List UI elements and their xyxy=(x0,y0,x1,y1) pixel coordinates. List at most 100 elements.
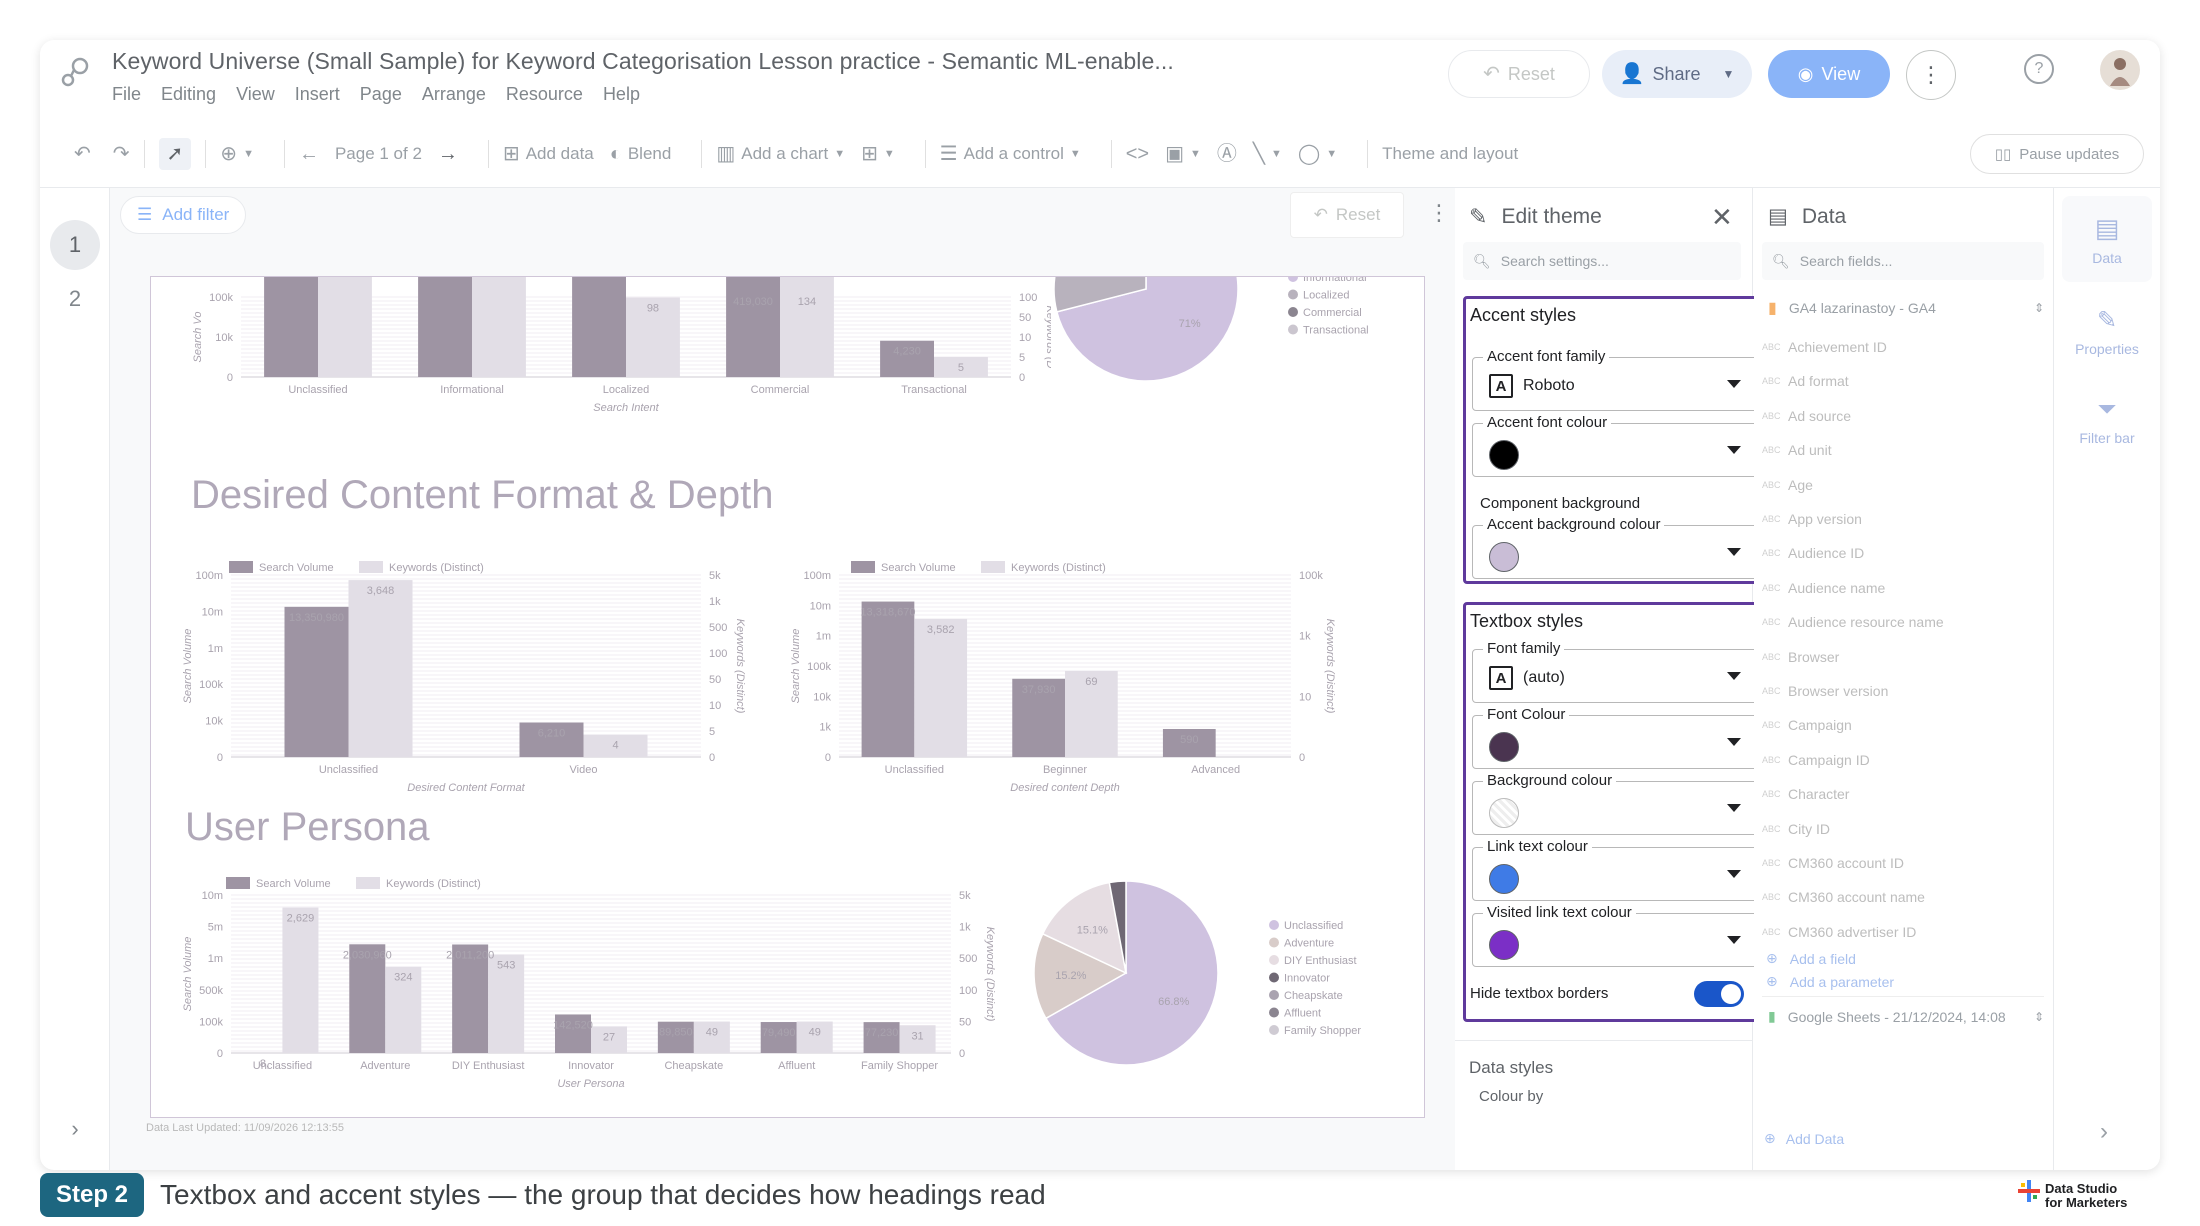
menu-resource[interactable]: Resource xyxy=(506,84,583,105)
add-data-panel-button[interactable]: ⊕ Add Data xyxy=(1764,1130,1844,1147)
text-box-icon[interactable]: Ⓐ xyxy=(1217,144,1237,164)
section-heading-persona[interactable]: User Persona xyxy=(185,805,430,850)
content-depth-chart[interactable]: 100m 10m 1m 100k 10k 1k 0 100k 1k 10 0 13,318,670 3,… xyxy=(771,535,1411,825)
y2-tick-label: 100 xyxy=(959,985,977,997)
data-field-item[interactable]: ABC Browser xyxy=(1762,642,1839,672)
data-field-item[interactable]: ABC Browser version xyxy=(1762,676,1888,706)
reset-button[interactable]: ↶ Reset xyxy=(1448,50,1590,98)
line-icon[interactable]: ╲ ▼ xyxy=(1253,144,1282,164)
textbox-font-colour-select[interactable]: Font Colour xyxy=(1472,706,1762,769)
community-viz-button[interactable]: ⊞ ▼ xyxy=(861,144,895,164)
data-field-item[interactable]: ABC CM360 account name xyxy=(1762,882,1925,912)
data-field-item[interactable]: ABC App version xyxy=(1762,504,1862,534)
share-button[interactable]: 👤 Share ▼ xyxy=(1602,50,1752,98)
share-dropdown-icon[interactable]: ▼ xyxy=(1723,67,1735,81)
expand-collapse-icon[interactable]: ⇕ xyxy=(2034,301,2044,315)
data-field-item[interactable]: ABC Audience name xyxy=(1762,573,1885,603)
redo-icon[interactable]: ↷ xyxy=(113,144,130,164)
data-field-item[interactable]: ABC Campaign ID xyxy=(1762,745,1870,775)
data-field-item[interactable]: ABC Campaign xyxy=(1762,710,1852,740)
user-persona-chart[interactable]: 10m5m1m500k100k05k1k5001005008,2,629Uncl… xyxy=(151,857,1031,1117)
zoom-control[interactable]: ⊕ ▼ xyxy=(220,144,254,164)
expand-collapse-icon[interactable]: ⇕ xyxy=(2034,1010,2044,1024)
textbox-background-colour-select[interactable]: Background colour xyxy=(1472,772,1762,835)
canvas-reset-button[interactable]: ↶ Reset xyxy=(1290,192,1404,238)
pie-value-label: 66.8% xyxy=(1158,996,1189,1008)
y-tick-label: 1k xyxy=(819,722,831,734)
text-type-icon: ABC xyxy=(1762,445,1781,456)
page-thumb-1[interactable]: 1 xyxy=(50,220,100,270)
looker-logo-icon[interactable] xyxy=(58,56,92,90)
close-icon[interactable]: ✕ xyxy=(1711,202,1733,233)
textbox-font-family-select[interactable]: Font family A (auto) xyxy=(1472,640,1762,703)
filter-bar-tab[interactable]: ⏷ Filter bar xyxy=(2062,378,2152,464)
menu-arrange[interactable]: Arrange xyxy=(422,84,486,105)
data-source-ga4[interactable]: ▮ GA4 lazarinastoy - GA4 ⇕ xyxy=(1768,298,2044,318)
theme-and-layout-button[interactable]: Theme and layout xyxy=(1382,144,1518,164)
blend-button[interactable]: ◐ Blend xyxy=(610,144,672,164)
data-field-item[interactable]: ABC Ad unit xyxy=(1762,435,1832,465)
y-tick-label: 100m xyxy=(195,570,223,582)
embed-code-icon[interactable]: <> xyxy=(1126,144,1149,164)
page-thumb-2[interactable]: 2 xyxy=(50,274,100,324)
help-icon[interactable]: ? xyxy=(2024,54,2054,84)
properties-tab[interactable]: ✎ Properties xyxy=(2062,288,2152,374)
data-field-item[interactable]: ABC Audience resource name xyxy=(1762,607,1944,637)
pause-updates-button[interactable]: ▯▯ Pause updates xyxy=(1970,134,2144,174)
section-heading-format-depth[interactable]: Desired Content Format & Depth xyxy=(191,473,773,518)
data-field-item[interactable]: ABC Age xyxy=(1762,470,1813,500)
data-field-item[interactable]: ABC Ad format xyxy=(1762,366,1849,396)
add-field-button[interactable]: ⊕ Add a field xyxy=(1766,950,1856,967)
add-filter-button[interactable]: ☰ Add filter xyxy=(120,196,247,234)
page-navigation[interactable]: ← Page 1 of 2 → xyxy=(299,144,458,164)
content-format-chart[interactable]: 100m10m1m100k10k05k1k50010050105013,350,… xyxy=(151,535,771,825)
undo-icon[interactable]: ↶ xyxy=(74,144,91,164)
expand-rail-icon[interactable]: › xyxy=(50,1104,100,1154)
avatar[interactable] xyxy=(2100,50,2140,90)
next-page-icon[interactable]: → xyxy=(438,144,458,164)
data-label-keywords: 3,582 xyxy=(927,624,955,636)
data-source-sheets[interactable]: ▮ Google Sheets - 21/12/2024, 14:08 ⇕ xyxy=(1768,1008,2044,1025)
theme-search-input[interactable]: 🔍︎ Search settings... xyxy=(1463,242,1741,280)
hide-borders-toggle[interactable] xyxy=(1694,981,1744,1007)
data-label-search-volume: 77,230 xyxy=(865,1027,899,1039)
menu-page[interactable]: Page xyxy=(360,84,402,105)
add-chart-button[interactable]: ▥ Add a chart ▼ xyxy=(716,144,845,164)
data-field-item[interactable]: ABC CM360 advertiser ID xyxy=(1762,917,1916,947)
menu-editing[interactable]: Editing xyxy=(161,84,216,105)
add-parameter-button[interactable]: ⊕ Add a parameter xyxy=(1766,973,1894,990)
menu-view[interactable]: View xyxy=(236,84,275,105)
more-options-icon[interactable]: ⋮ xyxy=(1906,50,1956,100)
search-intent-pie[interactable]: 71% Informational Localized Commercial Trans… xyxy=(1031,277,1391,417)
data-field-item[interactable]: ABC Audience ID xyxy=(1762,538,1864,568)
data-tab[interactable]: ▤ Data xyxy=(2062,196,2152,282)
canvas-more-icon[interactable]: ⋮ xyxy=(1428,200,1450,226)
report-canvas: ☰ Add filter ↶ Reset ⋮ 100k 10k 0 100 50 10 5 0 U… xyxy=(110,188,1455,1170)
accent-font-family-select[interactable]: Accent font family A Roboto xyxy=(1472,348,1762,411)
menu-file[interactable]: File xyxy=(112,84,141,105)
link-text-colour-select[interactable]: Link text colour xyxy=(1472,838,1762,901)
view-button[interactable]: ◉ View xyxy=(1768,50,1890,98)
filter-bar-tab-label: Filter bar xyxy=(2079,430,2135,446)
add-data-button[interactable]: ⊞ Add data xyxy=(503,144,594,164)
search-intent-chart[interactable]: 100k10k0100501050Unclassified Information… xyxy=(151,277,1051,427)
shape-icon[interactable]: ◯ ▼ xyxy=(1298,144,1337,164)
menu-insert[interactable]: Insert xyxy=(295,84,340,105)
data-field-item[interactable]: ABC Achievement ID xyxy=(1762,332,1887,362)
field-search-input[interactable]: 🔍︎ Search fields... xyxy=(1762,242,2044,280)
menu-help[interactable]: Help xyxy=(603,84,640,105)
data-field-item[interactable]: ABC Ad source xyxy=(1762,401,1851,431)
select-pointer-icon[interactable]: ➚ xyxy=(158,137,192,170)
data-field-item[interactable]: ABC CM360 account ID xyxy=(1762,848,1904,878)
accent-font-colour-select[interactable]: Accent font colour xyxy=(1472,414,1762,477)
image-icon[interactable]: ▣ ▼ xyxy=(1165,144,1201,164)
report-title[interactable]: Keyword Universe (Small Sample) for Keyw… xyxy=(112,48,1174,75)
user-persona-pie[interactable]: 66.8% 15.2% 15.1% Unclassified Adventure DIY … xyxy=(1031,857,1421,1117)
visited-link-colour-select[interactable]: Visited link text colour xyxy=(1472,904,1762,967)
previous-page-icon[interactable]: ← xyxy=(299,144,319,164)
add-control-button[interactable]: ☰ Add a control ▼ xyxy=(940,144,1081,164)
accent-background-colour-select[interactable]: Accent background colour xyxy=(1472,516,1762,579)
collapse-panel-icon[interactable]: › xyxy=(2100,1118,2108,1146)
data-field-item[interactable]: ABC City ID xyxy=(1762,814,1830,844)
data-field-item[interactable]: ABC Character xyxy=(1762,779,1849,809)
